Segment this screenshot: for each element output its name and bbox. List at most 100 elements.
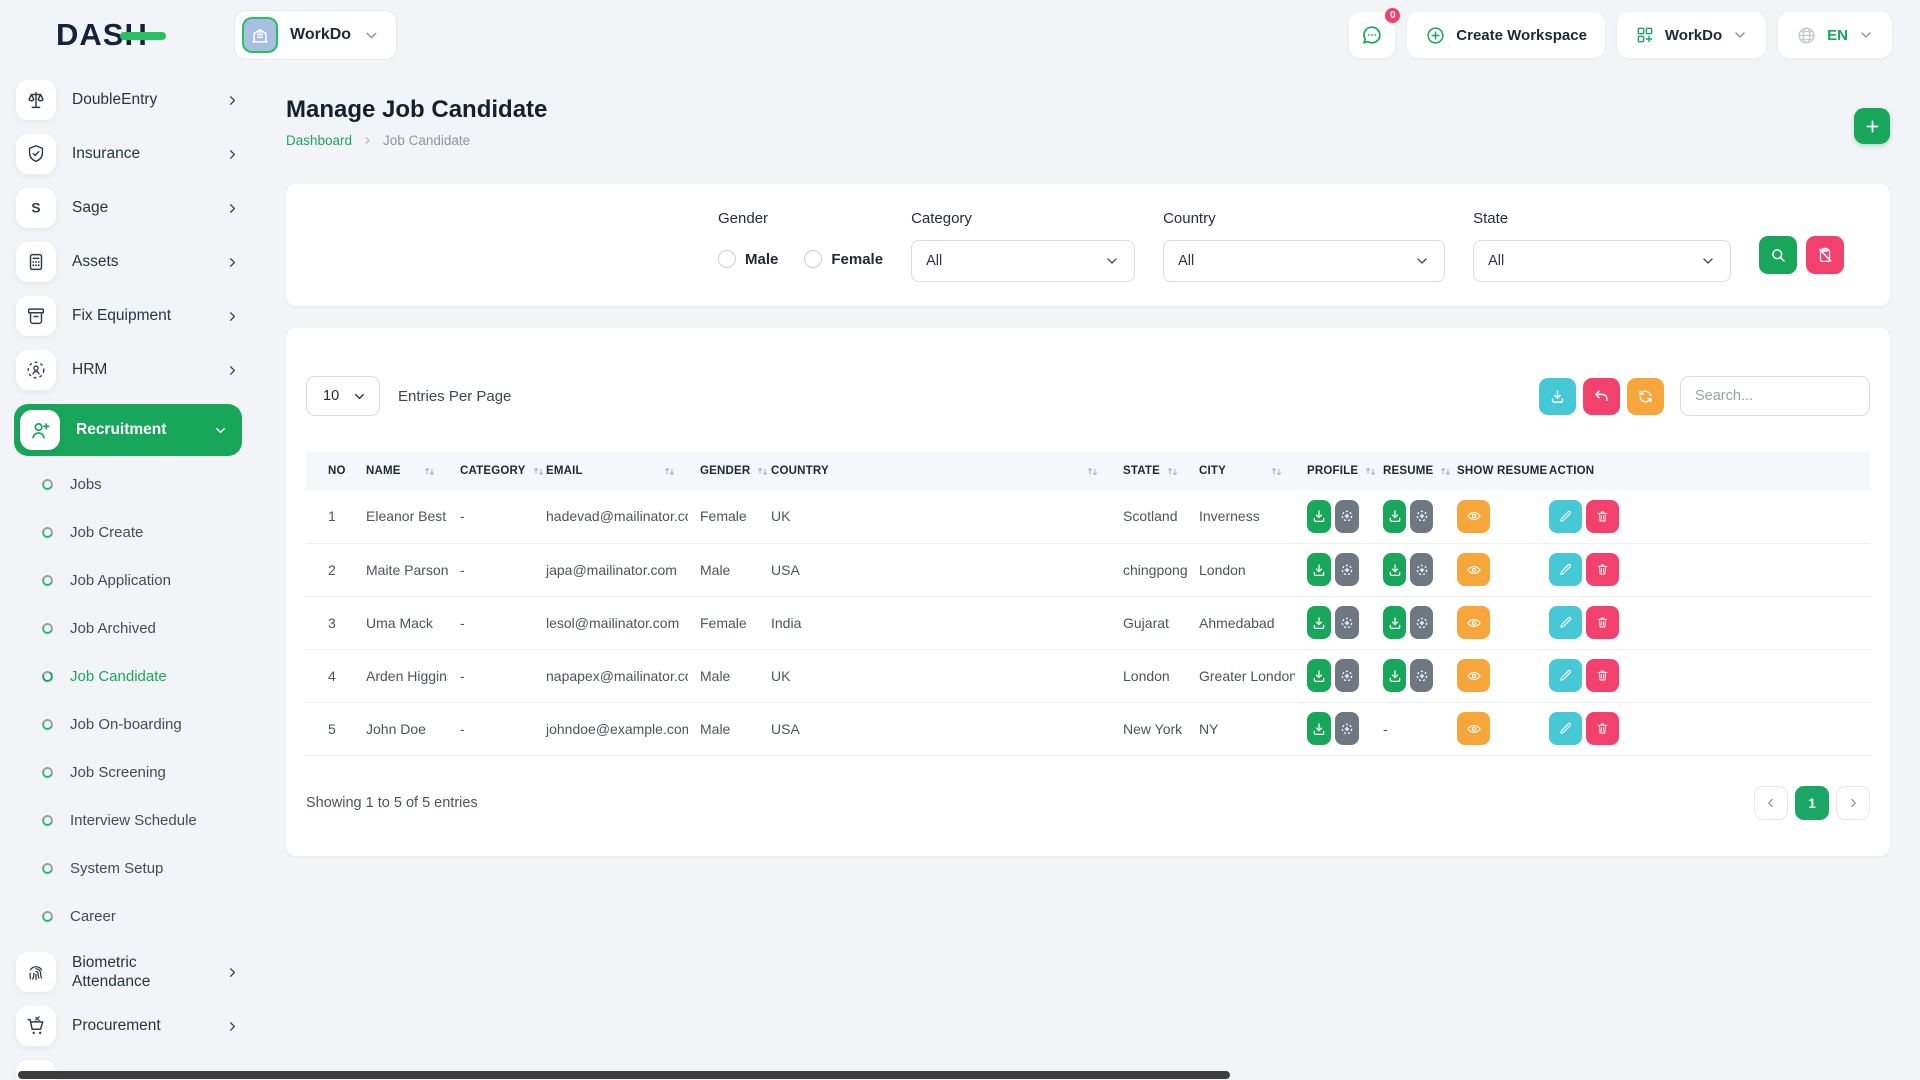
category-select[interactable]: All [911, 240, 1135, 282]
resume-download-button[interactable] [1383, 606, 1406, 639]
column-header-city[interactable]: CITY [1187, 452, 1295, 490]
sidebar-item-insurance[interactable]: Insurance [16, 134, 240, 174]
pagination-prev-button[interactable] [1754, 786, 1788, 820]
cell-email: japa@mailinator.com [534, 543, 688, 596]
submenu-item-job-screening[interactable]: Job Screening [16, 760, 240, 784]
app-logo[interactable]: DASH [56, 17, 168, 53]
sort-icon [1439, 465, 1452, 478]
submenu-item-job-create[interactable]: Job Create [16, 520, 240, 544]
edit-button[interactable] [1549, 659, 1582, 692]
show-resume-button[interactable] [1457, 606, 1490, 639]
show-resume-button[interactable] [1457, 712, 1490, 745]
submenu-item-system-setup[interactable]: System Setup [16, 856, 240, 880]
resume-download-button[interactable] [1383, 553, 1406, 586]
profile-preview-button[interactable] [1335, 659, 1359, 692]
column-header-gender[interactable]: GENDER [688, 452, 759, 490]
profile-download-button[interactable] [1307, 500, 1331, 533]
horizontal-scrollbar-thumb[interactable] [18, 1071, 1230, 1079]
sidebar-item-hrm[interactable]: HRM [16, 350, 240, 390]
apply-filter-button[interactable] [1759, 236, 1797, 274]
chevron-right-icon [225, 1019, 240, 1034]
resume-preview-button[interactable] [1410, 606, 1433, 639]
cart-icon [16, 1006, 56, 1046]
language-button[interactable]: EN [1778, 12, 1892, 58]
submenu-item-job-candidate[interactable]: Job Candidate [16, 664, 240, 688]
delete-button[interactable] [1586, 659, 1619, 692]
create-workspace-button[interactable]: Create Workspace [1407, 12, 1605, 58]
submenu-item-job-onboarding[interactable]: Job On-boarding [16, 712, 240, 736]
profile-preview-button[interactable] [1335, 606, 1359, 639]
column-header-category[interactable]: CATEGORY [448, 452, 534, 490]
submenu-item-career[interactable]: Career [16, 904, 240, 928]
column-header-state[interactable]: STATE [1111, 452, 1187, 490]
column-header-name[interactable]: NAME [354, 452, 448, 490]
edit-button[interactable] [1549, 712, 1582, 745]
messages-button[interactable]: 0 [1349, 12, 1395, 58]
table-row: 4 Arden Higgins - napapex@mailinator.com… [306, 649, 1870, 702]
sidebar-item-fix-equipment[interactable]: Fix Equipment [16, 296, 240, 336]
resume-preview-button[interactable] [1410, 553, 1433, 586]
female-radio[interactable]: Female [804, 250, 883, 268]
edit-button[interactable] [1549, 500, 1582, 533]
column-header-country[interactable]: COUNTRY [759, 452, 1111, 490]
refresh-icon [1637, 388, 1654, 405]
delete-button[interactable] [1586, 500, 1619, 533]
cell-gender: Female [688, 596, 759, 649]
show-resume-button[interactable] [1457, 500, 1490, 533]
resume-preview-button[interactable] [1410, 500, 1433, 533]
sidebar-item-label: Fix Equipment [72, 306, 204, 325]
delete-button[interactable] [1586, 553, 1619, 586]
country-select[interactable]: All [1163, 240, 1445, 282]
profile-preview-button[interactable] [1335, 712, 1359, 745]
edit-button[interactable] [1549, 553, 1582, 586]
delete-button[interactable] [1586, 712, 1619, 745]
profile-download-button[interactable] [1307, 659, 1331, 692]
sidebar-item-biometric-attendance[interactable]: Biometric Attendance [16, 952, 240, 992]
show-resume-button[interactable] [1457, 553, 1490, 586]
pagination-next-button[interactable] [1836, 786, 1870, 820]
pagination-page-1-button[interactable]: 1 [1795, 786, 1829, 820]
edit-button[interactable] [1549, 606, 1582, 639]
submenu-item-jobs[interactable]: Jobs [16, 472, 240, 496]
profile-preview-button[interactable] [1335, 500, 1359, 533]
sort-icon [663, 465, 676, 478]
workspace-selector[interactable]: WorkDo [234, 10, 397, 60]
breadcrumb-dashboard-link[interactable]: Dashboard [286, 133, 352, 148]
category-filter-group: Category All [911, 210, 1135, 282]
column-header-email[interactable]: EMAIL [534, 452, 688, 490]
sidebar-item-recruitment[interactable]: Recruitment [14, 404, 242, 456]
profile-preview-button[interactable] [1335, 553, 1359, 586]
resume-download-button[interactable] [1383, 659, 1406, 692]
refresh-button[interactable] [1627, 378, 1664, 415]
column-header-resume[interactable]: RESUME [1371, 452, 1445, 490]
add-candidate-button[interactable] [1854, 108, 1890, 144]
profile-download-button[interactable] [1307, 606, 1331, 639]
resume-preview-button[interactable] [1410, 659, 1433, 692]
undo-button[interactable] [1583, 378, 1620, 415]
profile-download-button[interactable] [1307, 712, 1331, 745]
workspace-menu-button[interactable]: WorkDo [1617, 12, 1766, 58]
export-button[interactable] [1539, 378, 1576, 415]
entries-per-page-select[interactable]: 10 [306, 376, 380, 416]
search-input[interactable] [1680, 376, 1870, 416]
reset-filter-button[interactable] [1806, 236, 1844, 274]
submenu-item-job-archived[interactable]: Job Archived [16, 616, 240, 640]
delete-button[interactable] [1586, 606, 1619, 639]
submenu-item-job-application[interactable]: Job Application [16, 568, 240, 592]
person-circle-icon [16, 350, 56, 390]
category-label: Category [911, 210, 1135, 227]
bullet-icon [40, 669, 54, 683]
sidebar-item-sage[interactable]: Sage [16, 188, 240, 228]
show-resume-button[interactable] [1457, 659, 1490, 692]
submenu-item-interview-schedule[interactable]: Interview Schedule [16, 808, 240, 832]
sidebar-item-doubleentry[interactable]: DoubleEntry [16, 80, 240, 120]
sidebar-item-assets[interactable]: Assets [16, 242, 240, 282]
profile-download-button[interactable] [1307, 553, 1331, 586]
male-radio[interactable]: Male [718, 250, 778, 268]
undo-icon [1593, 388, 1610, 405]
column-header-profile[interactable]: PROFILE [1295, 452, 1371, 490]
sidebar-item-procurement[interactable]: Procurement [16, 1006, 240, 1046]
resume-download-button[interactable] [1383, 500, 1406, 533]
breadcrumb-current: Job Candidate [383, 133, 470, 148]
state-select[interactable]: All [1473, 240, 1731, 282]
